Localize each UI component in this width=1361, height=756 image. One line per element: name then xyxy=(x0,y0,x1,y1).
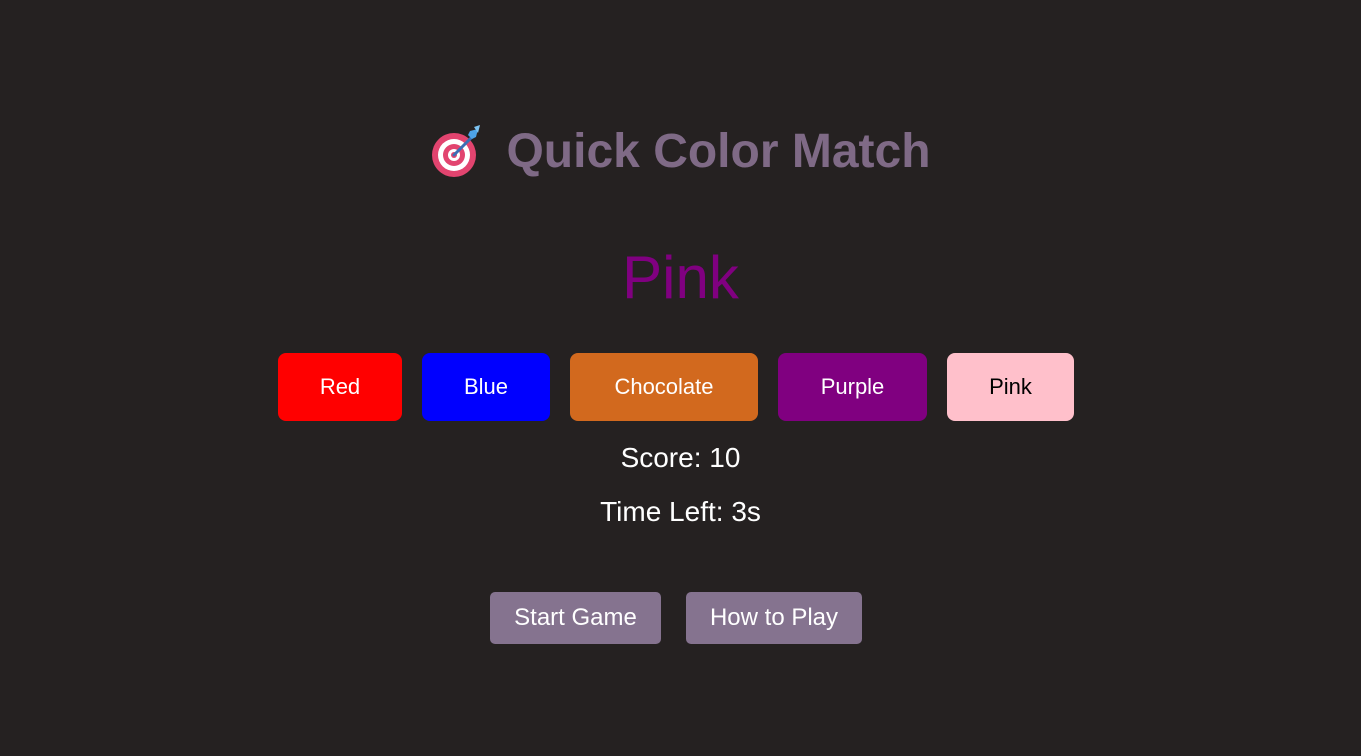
title-row: Quick Color Match xyxy=(0,122,1361,182)
control-buttons: Start Game How to Play xyxy=(490,592,862,644)
time-left-display: Time Left: 3s xyxy=(600,496,761,527)
color-button-pink[interactable]: Pink xyxy=(947,353,1074,421)
color-choice-buttons: Red Blue Chocolate Purple Pink xyxy=(278,353,1074,421)
start-game-button[interactable]: Start Game xyxy=(490,592,661,644)
score-display: Score: 10 xyxy=(620,442,741,473)
target-color-word: Pink xyxy=(622,244,739,311)
game-app: Quick Color Match Pink Red Blue Chocolat… xyxy=(0,0,1361,756)
color-button-chocolate[interactable]: Chocolate xyxy=(570,353,758,421)
color-button-blue[interactable]: Blue xyxy=(422,353,550,421)
color-button-red[interactable]: Red xyxy=(278,353,402,421)
page-title: Quick Color Match xyxy=(506,125,931,178)
dart-target-icon xyxy=(432,125,481,177)
color-button-purple[interactable]: Purple xyxy=(778,353,927,421)
how-to-play-button[interactable]: How to Play xyxy=(686,592,862,644)
